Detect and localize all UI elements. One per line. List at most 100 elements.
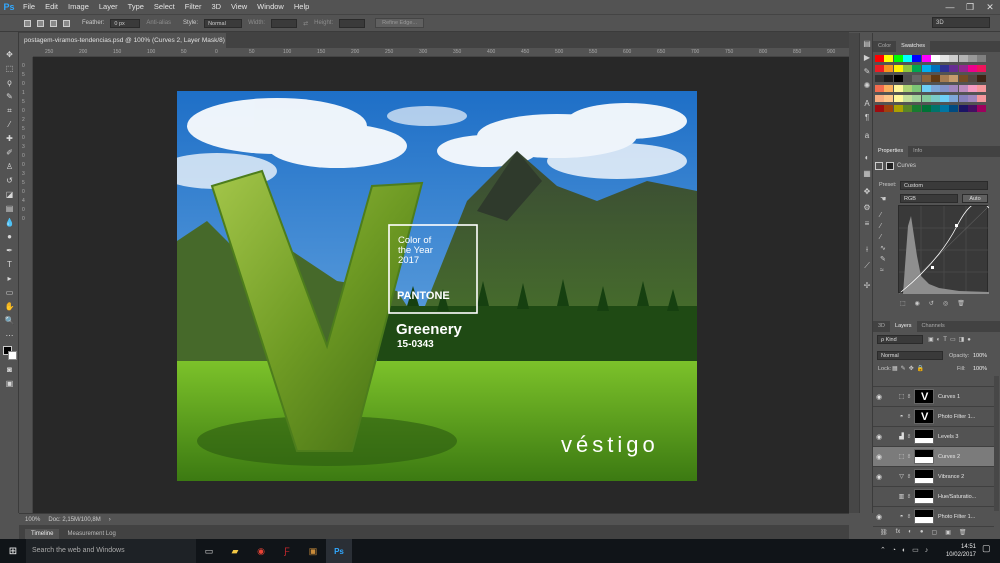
play-icon[interactable]: ▶ <box>862 53 872 63</box>
reset-icon[interactable]: ↺ <box>929 300 934 307</box>
swatch[interactable] <box>912 85 922 92</box>
swatch[interactable] <box>930 95 940 102</box>
swatch[interactable] <box>921 85 931 92</box>
swatch[interactable] <box>968 65 977 72</box>
workspace-select[interactable]: 3D <box>932 17 990 28</box>
width-input[interactable] <box>271 18 298 28</box>
menu-window[interactable]: Window <box>252 0 289 14</box>
swatch[interactable] <box>893 65 903 72</box>
swap-icon[interactable]: ⇄ <box>303 20 308 27</box>
paragraph-icon[interactable]: ¶ <box>862 113 872 123</box>
new-layer-icon[interactable]: ▣ <box>945 529 951 536</box>
timeline-icon[interactable]: ⟋ <box>862 261 872 271</box>
layer-mask-thumbnail[interactable] <box>914 489 934 504</box>
swatch[interactable] <box>921 65 931 72</box>
stamp-tool-icon[interactable]: ♙ <box>3 161 16 172</box>
swatch[interactable] <box>875 85 884 92</box>
swatch[interactable] <box>968 55 977 62</box>
swatch[interactable] <box>893 55 903 62</box>
swatch[interactable] <box>958 55 968 62</box>
taskbar-clock[interactable]: 14:51 10/02/2017 <box>946 543 976 559</box>
link-icon[interactable]: 8 <box>906 394 912 400</box>
swatch[interactable] <box>884 85 894 92</box>
swatch[interactable] <box>977 55 987 62</box>
blend-mode-select[interactable]: Normal <box>877 351 943 360</box>
swatch[interactable] <box>949 85 959 92</box>
swatch[interactable] <box>875 95 884 102</box>
mask-icon[interactable] <box>886 161 894 170</box>
eyedropper-white-icon[interactable]: ⁄ <box>880 232 886 243</box>
swatch[interactable] <box>884 65 894 72</box>
swatch[interactable] <box>977 85 987 92</box>
eyedropper-tool-icon[interactable]: ⁄ <box>3 119 16 130</box>
delete-layer-icon[interactable]: 🗑 <box>959 529 967 536</box>
visibility-icon[interactable]: ◎ <box>943 300 948 307</box>
eraser-tool-icon[interactable]: ◪ <box>3 189 16 200</box>
swatch[interactable] <box>958 95 968 102</box>
swatch[interactable] <box>884 105 894 112</box>
swatch[interactable] <box>875 55 884 62</box>
hand-tool-icon[interactable]: ✋ <box>3 301 16 312</box>
link-icon[interactable]: 8 <box>906 434 912 440</box>
curves-graph[interactable] <box>898 202 990 295</box>
eyedropper-gray-icon[interactable]: ⁄ <box>880 221 886 232</box>
swatch[interactable] <box>902 85 912 92</box>
menu-view[interactable]: View <box>226 0 252 14</box>
healing-tool-icon[interactable]: ✚ <box>3 133 16 144</box>
add-selection-icon[interactable] <box>37 19 44 27</box>
vertical-scrollbar[interactable] <box>849 33 859 513</box>
swatch[interactable] <box>968 75 977 82</box>
swatch[interactable] <box>902 75 912 82</box>
tab-measurement-log[interactable]: Measurement Log <box>61 529 121 539</box>
artwork-image[interactable] <box>177 91 697 481</box>
layer-mask-thumbnail[interactable] <box>914 429 934 444</box>
lock-icons[interactable]: ▦✎✥🔒 <box>892 365 927 372</box>
preset-select[interactable]: Custom <box>900 181 988 190</box>
layer-visibility-icon[interactable]: ◉ <box>873 433 885 441</box>
fx-icon[interactable]: fx <box>896 529 901 536</box>
pen-tool-icon[interactable]: ✒ <box>3 245 16 256</box>
swatch[interactable] <box>968 105 977 112</box>
swatch[interactable] <box>977 65 987 72</box>
menu-edit[interactable]: Edit <box>40 0 63 14</box>
layer-row-partial[interactable] <box>873 373 994 387</box>
swatch[interactable] <box>921 75 931 82</box>
swatch[interactable] <box>884 95 894 102</box>
swatch[interactable] <box>884 75 894 82</box>
style-select[interactable]: Normal <box>204 18 243 28</box>
windows-start-icon[interactable]: ⊞ <box>0 539 26 563</box>
swatch[interactable] <box>902 95 912 102</box>
swatch[interactable] <box>977 75 987 82</box>
swatch[interactable] <box>958 75 968 82</box>
move-tool-icon[interactable]: ✥ <box>3 49 16 60</box>
antialias-checkbox[interactable]: Anti-alias <box>146 20 171 26</box>
layer-row[interactable]: ◉ ◓ 8 Photo Filter 1... <box>873 507 994 527</box>
layer-visibility-icon[interactable]: ◉ <box>873 513 885 521</box>
filezilla-icon[interactable]: Ƒ <box>274 539 300 563</box>
swatch[interactable] <box>930 75 940 82</box>
styles-icon[interactable]: ▦ <box>862 169 872 179</box>
dodge-tool-icon[interactable]: ● <box>3 231 16 242</box>
tab-layers[interactable]: Layers <box>890 321 917 332</box>
swatch[interactable] <box>968 85 977 92</box>
maximize-button[interactable]: ❐ <box>960 0 980 14</box>
layers-scrollbar[interactable] <box>994 376 999 511</box>
delete-adjustment-icon[interactable]: 🗑 <box>957 300 965 307</box>
tab-3d[interactable]: 3D <box>873 321 890 332</box>
background-color-swatch[interactable] <box>8 351 17 360</box>
swatch[interactable] <box>949 75 959 82</box>
crop-tool-icon[interactable]: ⌗ <box>3 105 16 116</box>
link-layers-icon[interactable]: ⛓ <box>880 529 888 536</box>
swatch[interactable] <box>940 105 950 112</box>
glyphs-icon[interactable]: a <box>862 131 872 141</box>
tab-color[interactable]: Color <box>873 41 896 52</box>
fill-value[interactable]: 100% <box>973 366 987 372</box>
minimize-button[interactable]: — <box>940 0 960 14</box>
shape-tool-icon[interactable]: ▭ <box>3 287 16 298</box>
target-adjust-icon[interactable]: ☚ <box>880 195 886 203</box>
file-explorer-icon[interactable]: ▰ <box>222 539 248 563</box>
document-tab[interactable]: postagem-viramos-tendencias.psd @ 100% (… <box>19 33 226 59</box>
clip-icon[interactable]: ⬚ <box>900 300 906 307</box>
link-icon[interactable]: 8 <box>906 454 912 460</box>
screen-mode-icon[interactable]: ▣ <box>3 378 16 389</box>
